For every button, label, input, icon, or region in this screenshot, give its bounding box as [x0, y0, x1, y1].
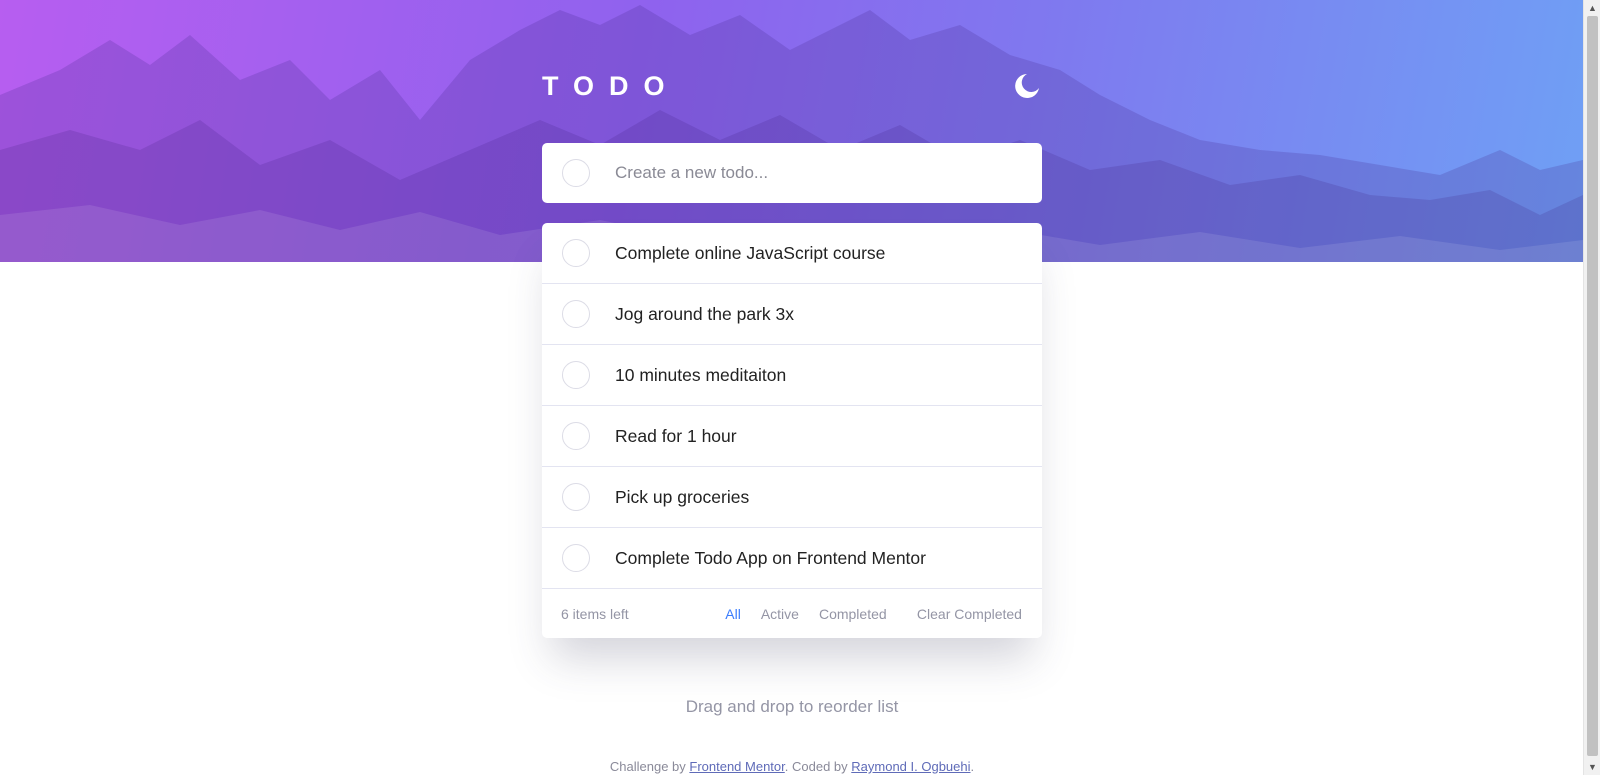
scroll-up-arrow-icon[interactable]: ▲: [1584, 0, 1600, 16]
author-link[interactable]: Raymond I. Ogbuehi: [851, 759, 970, 774]
scroll-thumb[interactable]: [1587, 16, 1598, 756]
filter-all[interactable]: All: [725, 606, 741, 622]
todo-list-card: Complete online JavaScript course Jog ar…: [542, 223, 1042, 638]
theme-toggle-button[interactable]: [1012, 71, 1042, 101]
todo-check-circle[interactable]: [562, 239, 590, 267]
scroll-down-arrow-icon[interactable]: ▼: [1584, 759, 1600, 775]
todo-item[interactable]: Complete online JavaScript course: [542, 223, 1042, 284]
moon-icon: [1015, 74, 1039, 98]
todo-check-circle[interactable]: [562, 483, 590, 511]
todo-text: Complete Todo App on Frontend Mentor: [615, 547, 926, 568]
todo-text: Pick up groceries: [615, 486, 750, 507]
app-title: TODO: [542, 70, 680, 101]
todo-text: Read for 1 hour: [615, 425, 737, 446]
todo-list: Complete online JavaScript course Jog ar…: [542, 223, 1042, 589]
todo-text: Jog around the park 3x: [615, 303, 795, 324]
frontend-mentor-link[interactable]: Frontend Mentor: [689, 759, 784, 774]
app-header: TODO: [542, 66, 1042, 106]
filter-group: All Active Completed: [725, 606, 886, 622]
filter-completed[interactable]: Completed: [819, 606, 887, 622]
todo-footer: 6 items left All Active Completed Clear …: [542, 589, 1042, 638]
todo-item[interactable]: Pick up groceries: [542, 467, 1042, 528]
todo-item[interactable]: Read for 1 hour: [542, 406, 1042, 467]
attribution-suffix: .: [970, 759, 975, 774]
todo-text: 10 minutes meditaiton: [615, 364, 787, 385]
clear-completed-button[interactable]: Clear Completed: [917, 606, 1022, 622]
todo-text: Complete online JavaScript course: [615, 242, 886, 263]
attribution-middle: . Coded by: [784, 759, 852, 774]
attribution-prefix: Challenge by: [609, 759, 690, 774]
new-todo-input[interactable]: [615, 163, 1015, 183]
new-todo-bar: [542, 143, 1042, 203]
todo-item[interactable]: Jog around the park 3x: [542, 284, 1042, 345]
items-left-count: 6 items left: [561, 605, 629, 622]
vertical-scrollbar[interactable]: ▲ ▼: [1583, 0, 1600, 775]
drag-hint: Drag and drop to reorder list: [685, 697, 899, 716]
todo-item[interactable]: Complete Todo App on Frontend Mentor: [542, 528, 1042, 589]
todo-check-circle[interactable]: [562, 300, 590, 328]
filter-active[interactable]: Active: [761, 606, 799, 622]
todo-check-circle[interactable]: [562, 361, 590, 389]
todo-check-circle[interactable]: [562, 544, 590, 572]
todo-check-circle[interactable]: [562, 422, 590, 450]
attribution: Challenge by Frontend Mentor. Coded by R…: [542, 759, 1042, 774]
new-todo-check-circle[interactable]: [562, 159, 590, 187]
todo-app-page: TODO Complete online JavaScript course J…: [0, 0, 1600, 775]
todo-item[interactable]: 10 minutes meditaiton: [542, 345, 1042, 406]
